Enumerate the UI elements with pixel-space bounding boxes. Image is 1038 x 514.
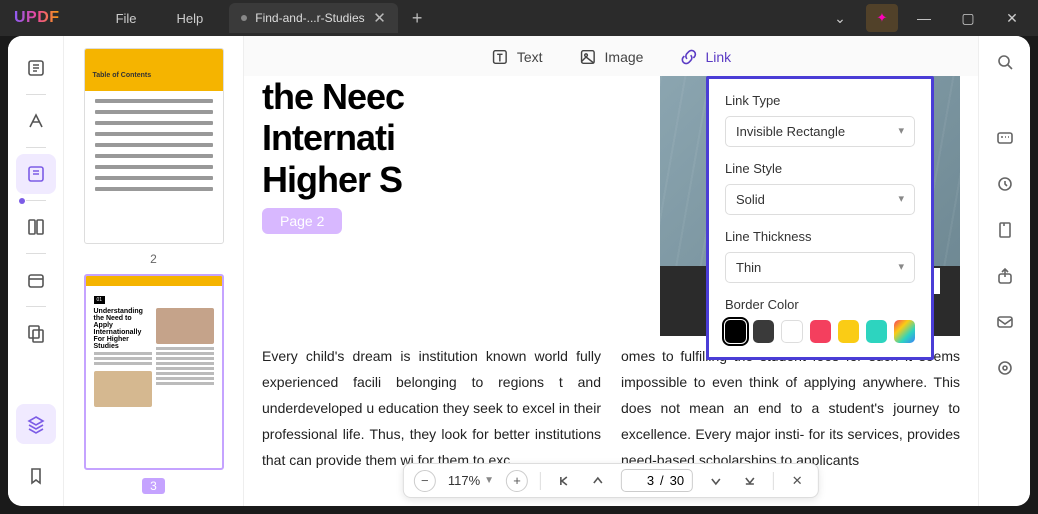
thumbnail-number-2: 2 bbox=[150, 252, 157, 266]
color-swatches bbox=[725, 320, 915, 343]
color-swatch-white[interactable] bbox=[781, 320, 802, 343]
menu-file[interactable]: File bbox=[96, 11, 157, 26]
color-swatch-black[interactable] bbox=[725, 320, 746, 343]
page-total: 30 bbox=[670, 473, 684, 488]
thumb-heading: Understanding the Need to Apply Internat… bbox=[94, 308, 152, 350]
tab-dot-icon bbox=[241, 15, 247, 21]
edit-text-label: Text bbox=[517, 49, 543, 65]
active-tool-indicator bbox=[19, 198, 25, 204]
line-thickness-label: Line Thickness bbox=[725, 229, 915, 244]
prev-page-icon[interactable] bbox=[587, 470, 609, 492]
tab-close-icon[interactable]: ✕ bbox=[373, 9, 386, 27]
minimize-icon[interactable]: — bbox=[906, 4, 942, 32]
edit-link-label: Link bbox=[705, 49, 731, 65]
right-toolbar bbox=[978, 36, 1030, 506]
zoom-value: 117% bbox=[448, 473, 480, 488]
line-style-dropdown[interactable]: Solid bbox=[725, 184, 915, 215]
search-icon[interactable] bbox=[991, 48, 1019, 76]
link-type-dropdown[interactable]: Invisible Rectangle bbox=[725, 116, 915, 147]
menu-help[interactable]: Help bbox=[157, 11, 224, 26]
organize-tool-icon[interactable] bbox=[16, 207, 56, 247]
bottom-toolbar: − 117% ▼ + / 30 ✕ bbox=[403, 463, 819, 498]
link-type-label: Link Type bbox=[725, 93, 915, 108]
thumbnail-page-3[interactable]: 01 Understanding the Need to Apply Inter… bbox=[84, 274, 224, 470]
border-color-label: Border Color bbox=[725, 297, 915, 312]
heading-line-2: Internati bbox=[262, 117, 642, 158]
last-page-icon[interactable] bbox=[739, 470, 761, 492]
chevron-down-icon[interactable]: ⌄ bbox=[822, 4, 858, 32]
thumbnail-panel[interactable]: Table of Contents 2 01 Understanding bbox=[64, 36, 244, 506]
page-link-button[interactable]: Page 2 bbox=[262, 208, 342, 234]
layers-icon[interactable] bbox=[16, 404, 56, 444]
line-thickness-dropdown[interactable]: Thin bbox=[725, 252, 915, 283]
share-icon[interactable] bbox=[991, 262, 1019, 290]
color-swatch-yellow[interactable] bbox=[838, 320, 859, 343]
edit-link-button[interactable]: Link bbox=[679, 48, 731, 66]
left-bottom-tools bbox=[8, 404, 64, 496]
thumbnail-number-3: 3 bbox=[142, 478, 165, 494]
body-column-2: omes to fulfilling the student fees for … bbox=[621, 344, 960, 473]
next-page-icon[interactable] bbox=[705, 470, 727, 492]
edit-tool-icon[interactable] bbox=[16, 154, 56, 194]
edit-mode-toolbar: Text Image Link bbox=[477, 42, 745, 72]
document-tab[interactable]: Find-and-...r-Studies* ✕ bbox=[229, 3, 398, 33]
reader-tool-icon[interactable] bbox=[16, 48, 56, 88]
app-logo: UPDF bbox=[14, 9, 60, 27]
edit-image-button[interactable]: Image bbox=[579, 48, 644, 66]
close-toolbar-icon[interactable]: ✕ bbox=[786, 470, 808, 492]
ocr-icon[interactable] bbox=[991, 124, 1019, 152]
redact-tool-icon[interactable] bbox=[16, 313, 56, 353]
tab-add-icon[interactable]: + bbox=[412, 8, 423, 29]
close-icon[interactable]: ✕ bbox=[994, 4, 1030, 32]
link-properties-panel: Link Type Invisible Rectangle Line Style… bbox=[706, 76, 934, 360]
line-style-label: Line Style bbox=[725, 161, 915, 176]
heading-line-3: Higher S bbox=[262, 159, 642, 200]
body-column-1: Every child's dream is institution known… bbox=[262, 344, 601, 473]
page-display-icon[interactable] bbox=[991, 216, 1019, 244]
print-icon[interactable] bbox=[991, 354, 1019, 382]
titlebar: UPDF File Help Find-and-...r-Studies* ✕ … bbox=[0, 0, 1038, 36]
annotate-tool-icon[interactable] bbox=[16, 101, 56, 141]
zoom-dropdown[interactable]: 117% ▼ bbox=[448, 473, 494, 488]
color-swatch-pink[interactable] bbox=[810, 320, 831, 343]
zoom-in-icon[interactable]: + bbox=[506, 470, 528, 492]
crop-icon[interactable] bbox=[991, 170, 1019, 198]
tools-tool-icon[interactable] bbox=[16, 260, 56, 300]
bookmark-icon[interactable] bbox=[16, 456, 56, 496]
edit-image-label: Image bbox=[605, 49, 644, 65]
thumb-badge: 01 bbox=[94, 296, 106, 304]
maximize-icon[interactable]: ▢ bbox=[950, 4, 986, 32]
first-page-icon[interactable] bbox=[553, 470, 575, 492]
workspace: Table of Contents 2 01 Understanding bbox=[8, 36, 1030, 506]
tab-label: Find-and-...r-Studies* bbox=[255, 11, 365, 25]
thumbnail-page-2[interactable]: Table of Contents bbox=[84, 48, 224, 244]
color-swatch-custom[interactable] bbox=[894, 320, 915, 343]
color-swatch-darkgray[interactable] bbox=[753, 320, 774, 343]
edit-text-button[interactable]: Text bbox=[491, 48, 543, 66]
color-swatch-teal[interactable] bbox=[866, 320, 887, 343]
email-icon[interactable] bbox=[991, 308, 1019, 336]
heading-line-1: the Neec bbox=[262, 76, 642, 117]
ai-sparkle-icon[interactable]: ✦ bbox=[866, 4, 898, 32]
page-sep: / bbox=[660, 473, 664, 488]
canvas: Text Image Link the Neec Internati Highe… bbox=[244, 36, 978, 506]
zoom-out-icon[interactable]: − bbox=[414, 470, 436, 492]
page-current-input[interactable] bbox=[630, 473, 654, 488]
toc-title: Table of Contents bbox=[93, 72, 215, 79]
page-input[interactable]: / 30 bbox=[621, 469, 693, 492]
